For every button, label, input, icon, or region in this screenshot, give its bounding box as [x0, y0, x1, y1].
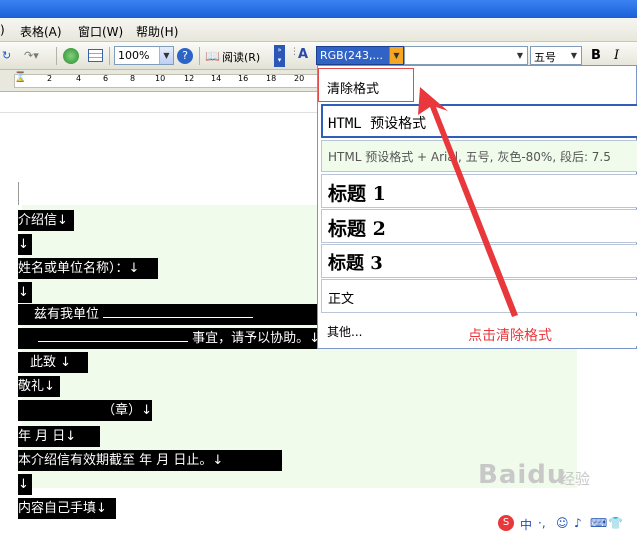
- dropdown-item-label: 标题 2: [328, 218, 386, 240]
- ime-keyboard-icon[interactable]: ⌨: [590, 516, 607, 530]
- redo-icon[interactable]: ↻: [2, 49, 11, 62]
- ruler-tick: 18: [266, 74, 277, 83]
- font-size-combo[interactable]: 五号 ▼: [530, 46, 582, 65]
- ruler-tick: 6: [103, 74, 109, 83]
- doc-line[interactable]: 事宜，请予以协助。↓: [18, 328, 320, 349]
- doc-line-text: 兹有我单位: [34, 307, 100, 322]
- style-combo-value: RGB(243,...: [320, 49, 383, 62]
- doc-line[interactable]: 姓名或单位名称）：↓: [18, 258, 158, 279]
- annotation-text: 点击清除格式: [468, 328, 552, 344]
- ruler-tick: 14: [211, 74, 222, 83]
- doc-line[interactable]: 年 月 日↓: [18, 426, 100, 447]
- doc-line[interactable]: 敬礼↓: [18, 376, 60, 397]
- hyperlink-icon[interactable]: [63, 48, 79, 64]
- italic-button[interactable]: I: [614, 48, 619, 63]
- dropdown-item-label: 标题 1: [328, 183, 386, 205]
- style-combo[interactable]: RGB(243,... ▼: [316, 46, 404, 65]
- doc-line[interactable]: ↓: [18, 282, 32, 303]
- ruler-strip: [14, 74, 324, 88]
- dropdown-item-label: 清除格式: [327, 82, 380, 97]
- ruler-tick: 10: [155, 74, 166, 83]
- doc-line[interactable]: 介绍信↓: [18, 210, 74, 231]
- doc-line[interactable]: （章）↓: [18, 400, 152, 421]
- ime-punct-icon[interactable]: ·,: [538, 516, 546, 530]
- blank-underline: [103, 306, 254, 318]
- doc-line[interactable]: 兹有我单位: [18, 304, 318, 325]
- repeat-icon[interactable]: ↷▾: [24, 49, 39, 62]
- ruler-tick: 20: [294, 74, 305, 83]
- read-mode-label[interactable]: 阅读(R): [222, 49, 260, 65]
- ime-voice-icon[interactable]: ♪: [574, 516, 582, 530]
- read-mode-icon[interactable]: 📖: [205, 49, 220, 63]
- doc-line-text: 事宜，请予以协助。↓: [192, 331, 320, 346]
- chevron-down-icon[interactable]: ▼: [389, 47, 403, 64]
- blank-underline: [37, 330, 188, 342]
- chevron-down-icon[interactable]: ▼: [513, 47, 527, 64]
- table-icon[interactable]: [88, 49, 103, 62]
- watermark-sub: 经验: [560, 470, 591, 488]
- zoom-combo[interactable]: 100% ▼: [114, 46, 174, 65]
- zoom-value: 100%: [118, 49, 150, 62]
- watermark-brand: Baidu: [478, 460, 567, 490]
- doc-line[interactable]: 本介绍信有效期截至 年 月 日止。↓: [18, 450, 282, 471]
- help-icon[interactable]: ?: [177, 48, 193, 64]
- menu-item-table[interactable]: 表格(A): [20, 23, 62, 40]
- font-size-value: 五号: [534, 51, 556, 64]
- doc-line[interactable]: 内容自己手填↓: [18, 498, 116, 519]
- ruler-tick: 12: [184, 74, 195, 83]
- title-bar: [0, 0, 637, 18]
- ruler-tick: 16: [238, 74, 249, 83]
- ime-logo-icon[interactable]: S: [498, 515, 514, 531]
- indent-marker-icon[interactable]: ⌛: [14, 72, 26, 83]
- menu-bar: ) 表格(A) 窗口(W) 帮助(H): [0, 18, 637, 42]
- menu-edge-fragment: ): [0, 23, 5, 37]
- dropdown-item-label: 正文: [328, 292, 355, 307]
- dropdown-item-label: 其他...: [327, 325, 363, 339]
- bold-button[interactable]: B: [591, 48, 601, 63]
- ruler-tick: 4: [76, 74, 82, 83]
- ruler-tick: 8: [130, 74, 136, 83]
- ime-skin-icon[interactable]: 👕: [608, 516, 623, 530]
- ime-mode-icon[interactable]: 中: [520, 516, 532, 533]
- annotation-arrow: [418, 87, 518, 317]
- menu-item-help[interactable]: 帮助(H): [136, 23, 178, 40]
- ime-emoji-icon[interactable]: ☺: [556, 516, 569, 530]
- font-name-combo[interactable]: ▼: [404, 46, 528, 65]
- ruler-tick: 2: [47, 74, 53, 83]
- chevron-down-icon[interactable]: ▼: [567, 47, 581, 64]
- doc-line[interactable]: ↓: [18, 234, 32, 255]
- doc-line[interactable]: 此致 ↓: [18, 352, 88, 373]
- chevron-down-icon[interactable]: ▼: [159, 47, 173, 64]
- styles-pane-icon[interactable]: A: [298, 47, 308, 62]
- toolbar-options-icon[interactable]: » ▾: [274, 45, 285, 67]
- ime-toolbar: S 中 ·, ☺ ♪ ⌨ 👕: [498, 515, 637, 533]
- dropdown-item-label: 标题 3: [328, 253, 383, 274]
- doc-line[interactable]: ↓: [18, 474, 32, 495]
- menu-item-window[interactable]: 窗口(W): [78, 23, 123, 40]
